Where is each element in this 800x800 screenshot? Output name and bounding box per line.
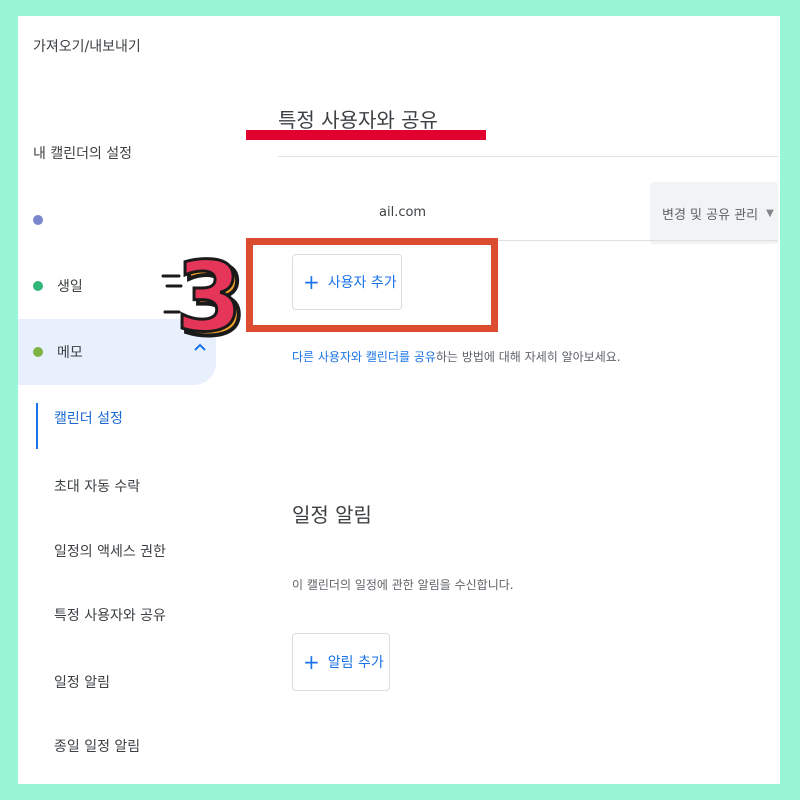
- notifications-description: 이 캘린더의 일정에 관한 알림을 수신합니다.: [292, 578, 514, 592]
- share-help-link[interactable]: 다른 사용자와 캘린더를 공유: [292, 350, 436, 364]
- settings-frame: 가져오기/내보내기 내 캘린더의 설정 생일 메모 캘린더 설정 초대 자동 수…: [18, 16, 780, 784]
- plus-icon: +: [303, 650, 320, 674]
- highlight-box: [246, 238, 498, 332]
- shared-user-email: ail.com: [379, 205, 427, 220]
- share-help-text: 다른 사용자와 캘린더를 공유하는 방법에 대해 자세히 알아보세요.: [292, 348, 621, 365]
- add-notification-button[interactable]: + 알림 추가: [292, 633, 390, 691]
- step-number: 3: [176, 246, 243, 348]
- my-calendars-settings-heading: 내 캘린더의 설정: [33, 146, 133, 162]
- calendar-color-dot: [33, 281, 43, 291]
- permission-label: 변경 및 공유 관리: [662, 207, 759, 223]
- permission-dropdown[interactable]: 변경 및 공유 관리 ▼: [650, 182, 778, 244]
- settings-sidebar: 가져오기/내보내기 내 캘린더의 설정 생일 메모 캘린더 설정 초대 자동 수…: [18, 16, 233, 784]
- sidebar-item-auto-accept[interactable]: 초대 자동 수락: [54, 476, 140, 496]
- dropdown-arrow-icon: ▼: [766, 207, 774, 219]
- share-section-title: 특정 사용자와 공유: [278, 108, 438, 132]
- import-export-link[interactable]: 가져오기/내보내기: [33, 36, 141, 56]
- selected-indicator: [36, 403, 38, 449]
- sidebar-item-calendar-settings[interactable]: 캘린더 설정: [54, 408, 123, 428]
- step-number-badge: 3 3: [161, 246, 248, 348]
- sidebar-item-access-permissions[interactable]: 일정의 액세스 권한: [54, 541, 166, 561]
- add-notification-label: 알림 추가: [327, 655, 384, 671]
- calendar-color-dot: [33, 347, 43, 357]
- highlight-underline: [246, 130, 486, 140]
- sidebar-item-event-notifications[interactable]: 일정 알림: [54, 672, 110, 692]
- sidebar-item-all-day-notifications[interactable]: 종일 일정 알림: [54, 736, 140, 756]
- settings-main: 특정 사용자와 공유 ail.com 변경 및 공유 관리 ▼ + 사용자 추가…: [233, 16, 780, 784]
- calendar-label: 생일: [57, 279, 83, 295]
- divider: [278, 156, 778, 157]
- notifications-section-title: 일정 알림: [292, 503, 372, 527]
- share-help-rest: 하는 방법에 대해 자세히 알아보세요.: [435, 350, 621, 364]
- sidebar-calendar-item[interactable]: [18, 198, 218, 242]
- calendar-color-dot: [33, 215, 43, 225]
- calendar-label: 메모: [57, 345, 83, 361]
- sidebar-item-share-with-people[interactable]: 특정 사용자와 공유: [54, 605, 166, 625]
